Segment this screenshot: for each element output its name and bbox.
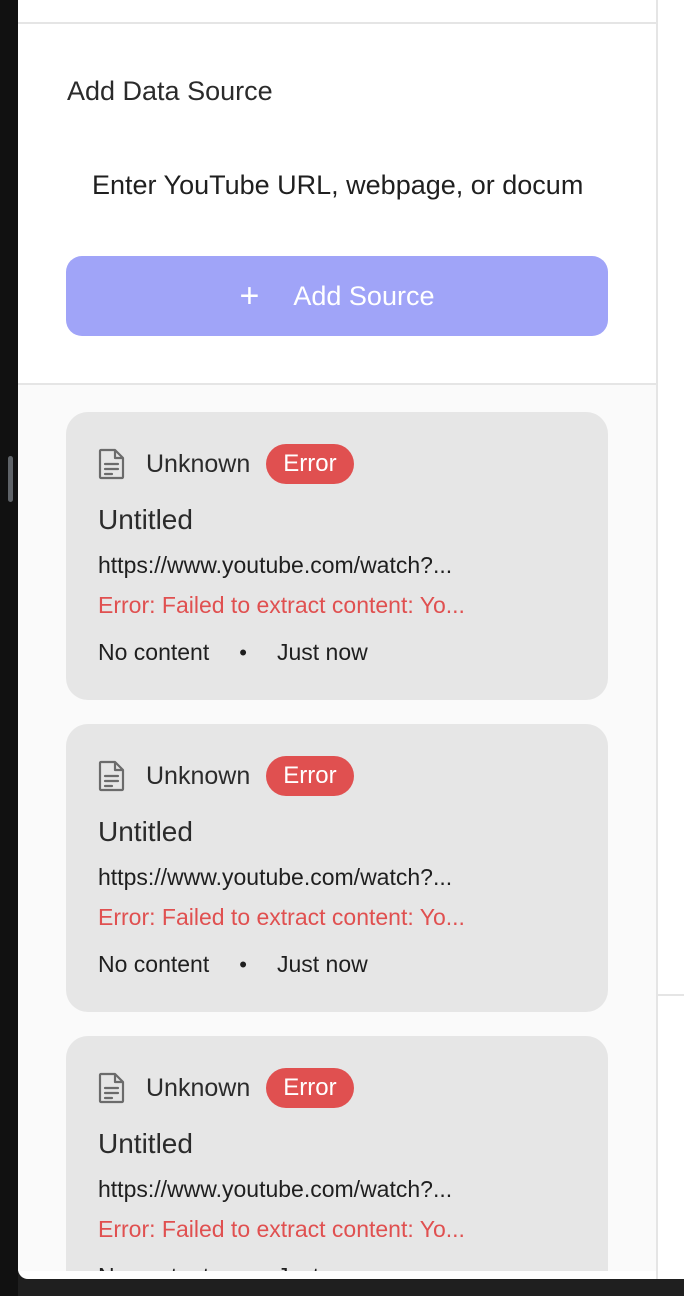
plus-icon: + (239, 277, 260, 315)
source-url-input[interactable] (66, 160, 608, 210)
adjacent-panel-border (658, 994, 684, 996)
status-badge: Error (266, 756, 354, 796)
document-icon (98, 448, 125, 480)
add-data-source-title: Add Data Source (67, 76, 273, 106)
panel-divider (656, 0, 658, 1279)
card-header: Unknown Error (98, 1068, 354, 1108)
source-url: https://www.youtube.com/watch?... (98, 1176, 453, 1202)
source-card[interactable]: Unknown Error Untitled https://www.youtu… (66, 412, 608, 700)
source-card[interactable]: Unknown Error Untitled https://www.youtu… (66, 1036, 608, 1271)
top-divider (18, 22, 656, 24)
source-title: Untitled (98, 816, 193, 847)
timestamp: Just now (276, 951, 368, 977)
meta-separator: • (239, 1264, 247, 1272)
timestamp: Just now (276, 639, 368, 665)
document-icon (98, 1072, 125, 1104)
source-meta: No content • Just now (98, 639, 368, 666)
card-header: Unknown Error (98, 444, 354, 484)
status-badge: Error (266, 1068, 354, 1108)
timestamp: Just now (277, 1263, 368, 1271)
add-source-label: Add Source (293, 280, 435, 311)
document-icon (98, 760, 125, 792)
source-url: https://www.youtube.com/watch?... (98, 552, 453, 578)
source-meta: No content • Just now (98, 1263, 368, 1271)
resize-handle[interactable] (8, 456, 13, 502)
meta-separator: • (239, 951, 247, 977)
meta-separator: • (239, 639, 247, 665)
source-type: Unknown (146, 449, 251, 478)
source-type: Unknown (146, 761, 251, 790)
source-error-message: Error: Failed to extract content: Yo... (98, 904, 465, 930)
source-title: Untitled (98, 1128, 193, 1159)
card-header: Unknown Error (98, 756, 354, 796)
source-card[interactable]: Unknown Error Untitled https://www.youtu… (66, 724, 608, 1012)
content-status: No content (98, 1263, 209, 1271)
add-source-button[interactable]: + Add Source (66, 256, 608, 336)
source-error-message: Error: Failed to extract content: Yo... (98, 1216, 465, 1242)
sources-list[interactable]: Unknown Error Untitled https://www.youtu… (18, 385, 656, 1271)
content-status: No content (98, 951, 210, 977)
source-meta: No content • Just now (98, 951, 368, 978)
source-type: Unknown (146, 1073, 251, 1102)
source-url: https://www.youtube.com/watch?... (98, 864, 453, 890)
source-error-message: Error: Failed to extract content: Yo... (98, 592, 465, 618)
window-edge (0, 0, 18, 1296)
content-status: No content (98, 639, 210, 665)
source-title: Untitled (98, 504, 193, 535)
sources-panel: Add Data Source + Add Source Unknown Err… (18, 0, 684, 1279)
status-badge: Error (266, 444, 354, 484)
